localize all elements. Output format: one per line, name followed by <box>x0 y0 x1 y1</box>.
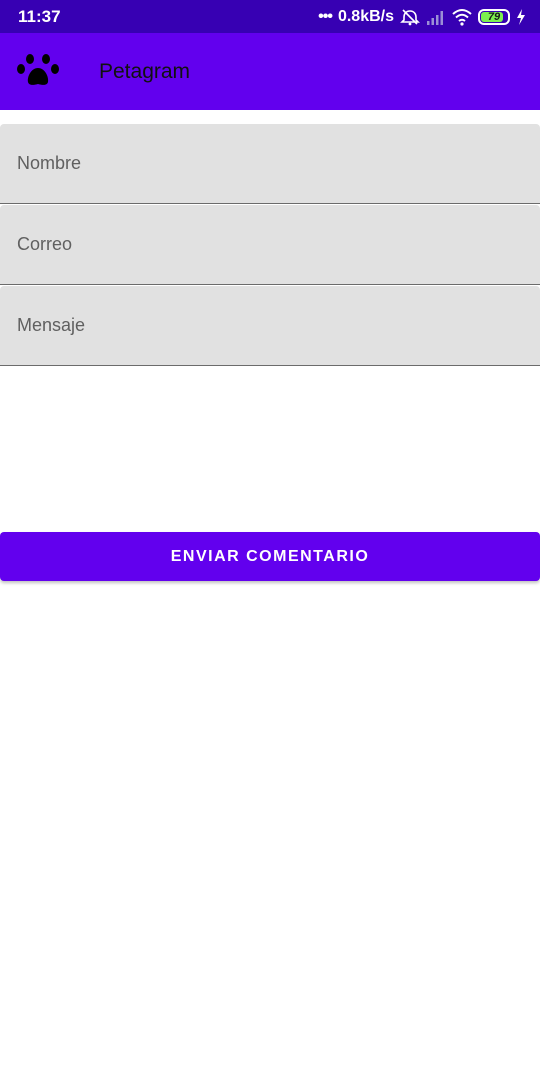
wifi-icon <box>452 9 472 26</box>
status-bar: 11:37 ••• 0.8kB/s 79 <box>0 0 540 33</box>
status-icons: ••• 0.8kB/s 79 <box>318 6 526 28</box>
message-field[interactable] <box>0 286 540 366</box>
name-input[interactable] <box>0 124 540 203</box>
app-bar: Petagram <box>0 33 540 110</box>
status-dots: ••• <box>318 8 333 25</box>
send-comment-button[interactable]: ENVIAR COMENTARIO <box>0 532 540 581</box>
charging-icon <box>517 9 525 25</box>
name-field[interactable] <box>0 124 540 204</box>
email-input[interactable] <box>0 205 540 284</box>
network-speed: 0.8kB/s <box>337 8 394 25</box>
battery-level: 79 <box>487 11 501 23</box>
paw-icon <box>17 54 59 85</box>
alarm-off-icon <box>400 9 420 26</box>
message-input[interactable] <box>0 286 540 365</box>
app-title: Petagram <box>99 60 191 83</box>
status-time: 11:37 <box>18 7 61 26</box>
battery-icon: 79 <box>478 9 510 25</box>
email-field[interactable] <box>0 205 540 285</box>
signal-icon <box>427 11 443 25</box>
